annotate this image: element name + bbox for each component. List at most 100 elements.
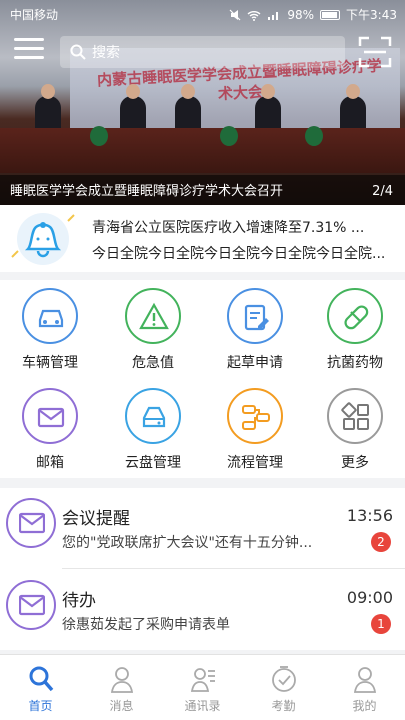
- search-input[interactable]: 搜索: [60, 36, 345, 68]
- message-time: 13:56: [346, 506, 393, 525]
- grid-item-cloud-drive[interactable]: 云盘管理: [103, 380, 203, 476]
- notice-panel[interactable]: 青海省公立医院医疗收入增速降至7.31% ... 今日全院今日全院今日全院今日全…: [0, 205, 405, 272]
- grid-item-label: 邮箱: [36, 455, 64, 471]
- wifi-icon: [247, 10, 261, 21]
- attendance-clock-icon: [272, 666, 296, 692]
- banner-person: [35, 84, 61, 132]
- status-right: 98% 下午3:43: [229, 6, 397, 23]
- banner-plant: [90, 126, 108, 146]
- scan-icon: [358, 36, 392, 68]
- clock-time: 下午3:43: [346, 8, 397, 22]
- grid-item-workflow[interactable]: 流程管理: [205, 380, 305, 476]
- banner-pager: 2/4: [372, 184, 393, 199]
- message-preview: 您的"党政联席扩大会议"还有十五分钟...: [62, 535, 313, 551]
- banner-person: [120, 84, 146, 132]
- grid-item-circle: [327, 288, 383, 344]
- list-item[interactable]: 会议提醒 13:56 您的"党政联席扩大会议"还有十五分钟... 2: [0, 488, 405, 569]
- scan-button[interactable]: [358, 36, 392, 68]
- menu-line: [14, 56, 44, 59]
- list-item[interactable]: 待办 09:00 徐惠茹发起了采购申请表单 1: [0, 570, 405, 640]
- carrier-name: 中国移动: [10, 8, 59, 22]
- mail-icon: [19, 512, 45, 534]
- document-edit-icon: [244, 304, 269, 331]
- car-icon: [38, 309, 64, 328]
- grid-item-label: 更多: [341, 455, 369, 471]
- banner-plant: [220, 126, 238, 146]
- app-screen: 内蒙古睡眠医学学会成立暨睡眠障碍诊疗学术大会 睡眠医学学会成立暨睡眠障碍诊疗学术…: [0, 0, 405, 720]
- mail-icon: [19, 594, 45, 616]
- grid-item-more[interactable]: 更多: [305, 380, 405, 476]
- tab-attendance[interactable]: 考勤: [243, 655, 324, 720]
- avatar: [6, 580, 56, 630]
- news-carousel[interactable]: 内蒙古睡眠医学学会成立暨睡眠障碍诊疗学术大会 睡眠医学学会成立暨睡眠障碍诊疗学术…: [0, 0, 405, 205]
- workflow-icon: [242, 405, 270, 430]
- grid-item-label: 车辆管理: [22, 355, 78, 371]
- status-bar: 中国移动 98% 下午3:43: [0, 0, 405, 28]
- message-title: 待办: [62, 591, 96, 611]
- battery-icon: [320, 9, 341, 20]
- banner-plant: [305, 126, 323, 146]
- message-title: 会议提醒: [62, 509, 130, 529]
- banner-person: [255, 84, 281, 132]
- avatar: [6, 498, 56, 548]
- pill-icon: [344, 305, 369, 330]
- notice-ticker: 今日全院今日全院今日全院今日全院今日全院...: [92, 246, 386, 262]
- tab-label: 通讯录: [184, 699, 221, 713]
- contacts-icon: [190, 668, 215, 692]
- grid-item-label: 危急值: [132, 355, 174, 371]
- profile-icon: [353, 667, 377, 693]
- grid-item-label: 起草申请: [227, 355, 283, 371]
- grid-item-circle: [22, 288, 78, 344]
- tab-label: 消息: [109, 699, 134, 713]
- search-home-icon: [29, 666, 54, 692]
- grid-item-circle: [227, 388, 283, 444]
- divider: [62, 568, 405, 569]
- menu-line: [14, 47, 44, 50]
- tab-label: 考勤: [271, 699, 296, 713]
- message-list: 会议提醒 13:56 您的"党政联席扩大会议"还有十五分钟... 2 待办 09…: [0, 488, 405, 650]
- tab-label: 首页: [28, 699, 53, 713]
- bell-icon: [11, 213, 75, 265]
- notice-headline: 青海省公立医院医疗收入增速降至7.31% ...: [92, 220, 365, 236]
- battery-level: 98%: [287, 7, 315, 22]
- grid-item-mailbox[interactable]: 邮箱: [0, 380, 100, 476]
- grid-item-vehicle[interactable]: 车辆管理: [0, 280, 100, 376]
- signal-icon: [268, 11, 279, 20]
- grid-item-antibiotics[interactable]: 抗菌药物: [305, 280, 405, 376]
- grid-item-circle: [125, 288, 181, 344]
- function-grid: 车辆管理 危急值 起草申请 抗菌药物 邮箱 云盘管理 流程管理 更多: [0, 280, 405, 478]
- cloud-drive-icon: [142, 406, 166, 428]
- grid-item-circle: [327, 388, 383, 444]
- message-icon: [110, 667, 134, 693]
- grid-item-critical-value[interactable]: 危急值: [103, 280, 203, 376]
- mail-icon: [37, 407, 65, 428]
- more-grid-icon: [341, 402, 369, 430]
- tab-home[interactable]: 首页: [0, 655, 81, 720]
- search-icon: [70, 44, 86, 60]
- tab-profile[interactable]: 我的: [324, 655, 405, 720]
- mute-icon: [229, 9, 241, 20]
- unread-badge: 2: [371, 532, 391, 552]
- grid-item-circle: [227, 288, 283, 344]
- grid-item-label: 抗菌药物: [327, 355, 383, 371]
- tab-messages[interactable]: 消息: [81, 655, 162, 720]
- search-placeholder: 搜索: [92, 45, 120, 61]
- warning-icon: [139, 302, 169, 330]
- message-preview: 徐惠茹发起了采购申请表单: [62, 617, 230, 633]
- menu-line: [14, 38, 44, 41]
- bottom-tab-bar: 首页 消息 通讯录 考勤 我的: [0, 654, 405, 720]
- grid-item-circle: [22, 388, 78, 444]
- grid-item-label: 流程管理: [227, 455, 283, 471]
- banner-table: [0, 128, 405, 173]
- grid-item-draft-request[interactable]: 起草申请: [205, 280, 305, 376]
- menu-button[interactable]: [14, 38, 44, 64]
- tab-label: 我的: [352, 699, 377, 713]
- banner-caption: 睡眠医学学会成立暨睡眠障碍诊疗学术大会召开: [10, 184, 284, 199]
- banner-person: [175, 84, 201, 132]
- tab-contacts[interactable]: 通讯录: [162, 655, 243, 720]
- grid-item-label: 云盘管理: [125, 455, 181, 471]
- unread-badge: 1: [371, 614, 391, 634]
- grid-item-circle: [125, 388, 181, 444]
- banner-person: [340, 84, 366, 132]
- message-time: 09:00: [346, 588, 393, 607]
